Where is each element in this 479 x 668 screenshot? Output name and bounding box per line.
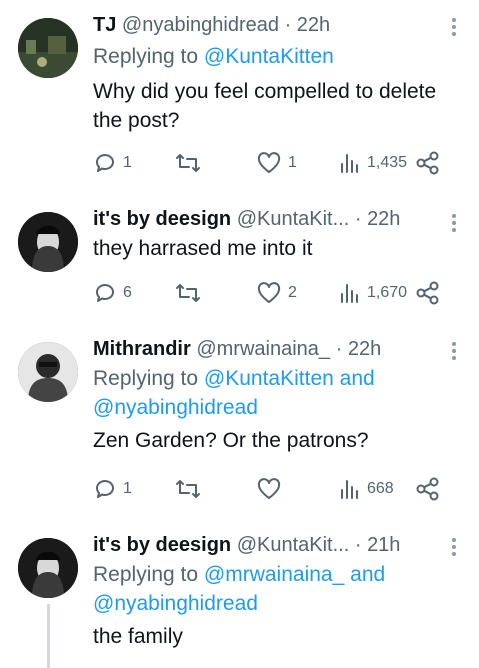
display-name[interactable]: it's by deesign [93,208,231,230]
tweet-text: they harrased me into it [93,237,313,260]
tweet-header: it's by deesign @KuntaKit... · 22h [93,206,465,232]
like-button[interactable]: 1 [256,148,297,178]
action-bar: 1 1 1,435 [93,148,453,178]
tweet-header: it's by deesign @KuntaKit... · 21h [93,532,465,558]
tweet-4[interactable]: it's by deesign @KuntaKit... · 21h Reply… [0,528,479,668]
mention-link[interactable]: @mrwainaina_ [204,563,344,586]
replying-to: Replying to @KuntaKitten and @nyabinghid… [93,364,465,422]
avatar[interactable] [18,538,78,598]
heart-icon [257,478,281,499]
replying-to: Replying to @KuntaKitten [93,42,465,71]
tweet-3[interactable]: Mithrandir @mrwainaina_ · 22h Replying t… [0,330,479,526]
tweet-text: Why did you feel compelled to delete the… [93,80,437,132]
heart-icon [257,282,281,303]
tweet-text: the family [93,625,183,648]
retweet-button[interactable] [175,474,207,504]
share-button[interactable] [415,148,441,178]
views-button[interactable]: 1,435 [339,148,407,178]
replying-to-label: Replying to [93,367,199,390]
like-count: 2 [288,284,297,301]
timestamp[interactable]: 22h [367,208,400,230]
share-button[interactable] [415,474,441,504]
views-count: 1,435 [367,154,408,171]
tweet-header: TJ @nyabinghidread · 22h [93,12,465,38]
like-button[interactable]: 2 [256,278,297,308]
timestamp[interactable]: 21h [367,534,400,556]
tweet-text: Zen Garden? Or the patrons? [93,429,369,452]
retweet-icon [176,284,200,302]
user-handle[interactable]: @KuntaKit... [237,208,350,230]
display-name[interactable]: TJ [93,14,116,36]
share-button[interactable] [415,278,441,308]
tweet-2[interactable]: it's by deesign @KuntaKit... · 22h they … [0,200,479,328]
replying-to-label: Replying to [93,45,199,68]
views-icon [341,480,358,499]
replying-to-label: Replying to [93,563,199,586]
views-count: 1,670 [367,284,408,301]
reply-button[interactable]: 1 [93,148,132,178]
user-handle[interactable]: @mrwainaina_ [196,338,330,360]
retweet-icon [176,154,200,172]
reply-icon [96,154,114,172]
views-button[interactable]: 1,670 [339,278,407,308]
timestamp[interactable]: 22h [297,14,330,36]
heart-icon [257,152,281,173]
avatar-image [18,212,78,272]
separator-dot: · [354,534,362,556]
separator-dot: · [335,338,343,360]
reply-icon [96,284,114,302]
replying-to: Replying to @mrwainaina_ and @nyabinghid… [93,560,465,618]
share-icon [416,281,439,305]
action-bar: 6 2 1,670 [93,278,453,308]
tweet-1[interactable]: TJ @nyabinghidread · 22h Replying to @Ku… [0,0,479,200]
avatar[interactable] [18,18,78,78]
retweet-button[interactable] [175,148,207,178]
separator-dot: · [354,208,362,230]
share-icon [416,151,439,175]
reply-icon [96,480,114,498]
avatar[interactable] [18,342,78,402]
avatar[interactable] [18,212,78,272]
retweet-icon [176,480,200,498]
avatar-image [18,18,78,78]
share-icon [416,477,439,501]
avatar-image [18,538,78,598]
mention-and[interactable]: and [350,563,385,586]
mention-and[interactable]: and [340,367,375,390]
like-button[interactable] [256,474,288,504]
thread-line [47,604,50,668]
display-name[interactable]: it's by deesign [93,534,231,556]
mention-link-2[interactable]: @nyabinghidread [93,592,258,615]
mention-link-2[interactable]: @nyabinghidread [93,396,258,419]
reply-count: 1 [123,154,132,171]
user-handle[interactable]: @KuntaKit... [237,534,350,556]
reply-count: 6 [123,284,132,301]
like-count: 1 [288,154,297,171]
reply-button[interactable]: 1 [93,474,132,504]
separator-dot: · [284,14,292,36]
timestamp[interactable]: 22h [348,338,381,360]
tweet-header: Mithrandir @mrwainaina_ · 22h [93,336,465,362]
avatar-image [18,342,78,402]
views-count: 668 [367,480,394,497]
views-icon [341,284,358,303]
mention-link[interactable]: @KuntaKitten [204,367,334,390]
user-handle[interactable]: @nyabinghidread [122,14,279,36]
action-bar: 1 668 [93,474,453,504]
reply-button[interactable]: 6 [93,278,132,308]
reply-count: 1 [123,480,132,497]
views-icon [341,154,358,173]
retweet-button[interactable] [175,278,207,308]
views-button[interactable]: 668 [339,474,394,504]
display-name[interactable]: Mithrandir [93,338,191,360]
mention-link[interactable]: @KuntaKitten [204,45,334,68]
